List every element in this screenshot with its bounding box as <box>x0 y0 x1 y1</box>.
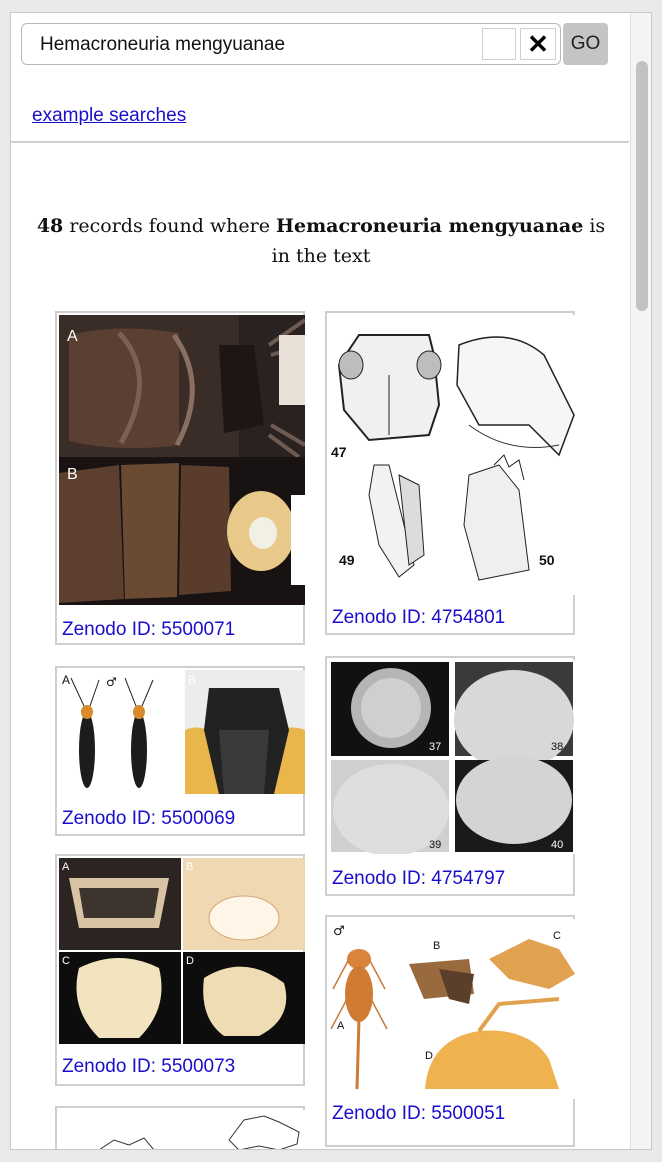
figure-number-37: 37 <box>429 741 441 753</box>
zenodo-id-label[interactable]: Zenodo ID: <box>62 1056 161 1077</box>
figure-letter-d: D <box>425 1050 433 1062</box>
card-image[interactable]: ♂ A B C D <box>329 919 575 1099</box>
result-card[interactable] <box>55 1106 305 1149</box>
figure-letter-b: B <box>67 466 78 483</box>
zenodo-id-link[interactable]: Zenodo ID: 5500069 <box>62 808 235 830</box>
figure-letter-a: A <box>67 328 78 345</box>
example-searches-link[interactable]: example searches <box>32 105 186 127</box>
figure-number-40: 40 <box>551 839 563 851</box>
zenodo-id-label[interactable]: Zenodo ID: <box>332 607 431 628</box>
figure-letter-a: A <box>62 673 70 687</box>
clear-search-button[interactable]: ✕ <box>520 28 556 60</box>
figure-number-49: 49 <box>339 552 355 568</box>
result-card[interactable]: 47 49 50 Zenodo ID: 4754801 <box>325 311 575 635</box>
search-option-box[interactable] <box>482 28 516 60</box>
zenodo-id-link[interactable]: Zenodo ID: 4754801 <box>332 607 505 629</box>
browser-frame: ✕ GO example searches 48 records found w… <box>10 12 652 1150</box>
figure-number-39: 39 <box>429 839 441 851</box>
zenodo-id-label[interactable]: Zenodo ID: <box>332 868 431 889</box>
vertical-scrollbar[interactable] <box>630 13 651 1149</box>
zenodo-id-value[interactable]: 5500071 <box>161 619 235 640</box>
figure-number-47: 47 <box>331 444 347 460</box>
zenodo-id-label[interactable]: Zenodo ID: <box>62 808 161 829</box>
result-card[interactable]: A B Zenodo ID: 5500071 <box>55 311 305 645</box>
figure-letter-d: D <box>186 955 194 967</box>
search-term: Hemacroneuria mengyuanae <box>276 215 584 237</box>
figure-letter-b: B <box>188 673 196 687</box>
card-image[interactable] <box>59 1110 305 1149</box>
search-bar: ✕ <box>21 23 561 66</box>
zenodo-id-label[interactable]: Zenodo ID: <box>332 1103 431 1124</box>
zenodo-id-value[interactable]: 4754797 <box>431 868 505 889</box>
result-card[interactable]: ♂ A B C D Zenodo ID: 5500051 <box>325 915 575 1147</box>
zenodo-id-link[interactable]: Zenodo ID: 5500051 <box>332 1103 505 1125</box>
zenodo-id-link[interactable]: Zenodo ID: 4754797 <box>332 868 505 890</box>
zenodo-id-value[interactable]: 5500051 <box>431 1103 505 1124</box>
figure-number-38: 38 <box>551 741 563 753</box>
figure-letter-b: B <box>433 940 440 952</box>
figure-number-50: 50 <box>539 552 555 568</box>
card-image[interactable]: A B <box>59 315 305 605</box>
zenodo-id-value[interactable]: 4754801 <box>431 607 505 628</box>
results-count: 48 <box>36 215 64 237</box>
page-content: ✕ GO example searches 48 records found w… <box>11 13 629 1149</box>
figure-letter-a: A <box>62 861 70 873</box>
male-symbol: ♂ <box>106 675 117 689</box>
result-card[interactable]: A B C D Zenodo ID: 5500073 <box>55 854 305 1086</box>
go-button[interactable]: GO <box>563 23 608 65</box>
card-image[interactable]: 47 49 50 <box>329 315 575 595</box>
card-image[interactable]: A ♂ B <box>59 670 305 794</box>
results-text: records found where <box>63 215 277 237</box>
zenodo-id-link[interactable]: Zenodo ID: 5500073 <box>62 1056 235 1078</box>
scrollbar-thumb[interactable] <box>636 61 648 311</box>
figure-letter-a: A <box>337 1020 345 1032</box>
result-card[interactable]: 37 38 39 40 Zenodo ID: 4754797 <box>325 656 575 896</box>
results-summary: 48 records found where Hemacroneuria men… <box>31 211 611 271</box>
figure-letter-b: B <box>186 861 193 873</box>
search-input[interactable] <box>38 24 472 66</box>
figure-letter-c: C <box>62 955 70 967</box>
result-card[interactable]: A ♂ B Zenodo ID: 5500069 <box>55 666 305 836</box>
card-image[interactable]: A B C D <box>59 858 305 1044</box>
zenodo-id-link[interactable]: Zenodo ID: 5500071 <box>62 619 235 641</box>
divider <box>11 141 629 143</box>
zenodo-id-value[interactable]: 5500069 <box>161 808 235 829</box>
figure-letter-c: C <box>553 930 561 942</box>
zenodo-id-value[interactable]: 5500073 <box>161 1056 235 1077</box>
male-symbol: ♂ <box>333 924 345 939</box>
zenodo-id-label[interactable]: Zenodo ID: <box>62 619 161 640</box>
card-image[interactable]: 37 38 39 40 <box>329 660 575 854</box>
